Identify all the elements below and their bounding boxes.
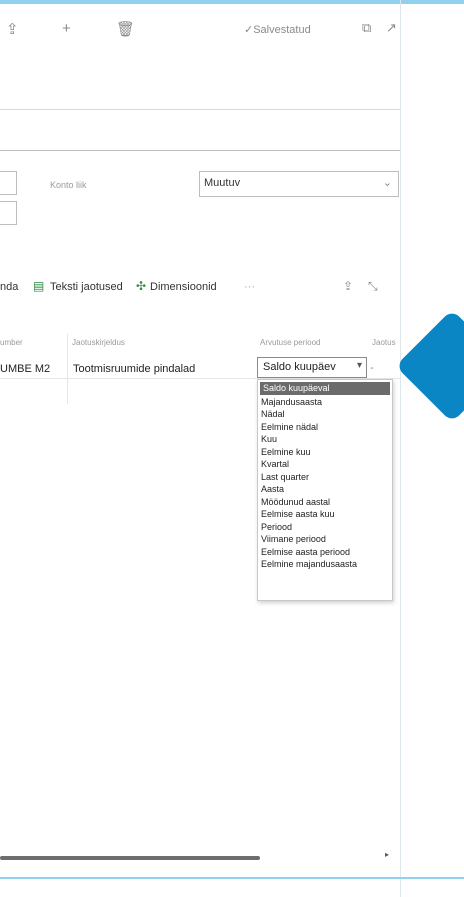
menu-item-period[interactable]: Periood [258,521,392,534]
trash-icon[interactable]: 🗑 [116,20,135,38]
period-select-value: Saldo kuupäev [263,361,336,373]
menu-item-quarter[interactable]: Kvartal [258,458,392,471]
menu-item-month[interactable]: Kuu [258,433,392,446]
menu-item-last-year[interactable]: Möödunud aastal [258,496,392,509]
secondary-field[interactable] [0,201,17,225]
cell-number[interactable]: UMBE M2 [0,363,50,375]
expand-icon[interactable]: ↗ [386,20,397,36]
name-field[interactable] [0,171,17,195]
menu-item-last-year-period[interactable]: Eelmise aasta periood [258,546,392,559]
column-header-number[interactable]: umber [0,338,23,347]
share-icon[interactable]: ⇪ [6,20,19,38]
saved-status: ✓Salvestatud [244,24,311,36]
account-type-value: Muutuv [204,177,241,189]
text-shares-button[interactable]: Teksti jaotused [50,281,123,293]
column-separator [67,334,68,404]
column-header-share[interactable]: Jaotus [372,338,396,347]
dimensions-icon: ✣ [136,279,147,293]
account-type-label: Konto liik [50,180,87,190]
chevron-down-icon: ⌄ [382,177,392,189]
action-partial[interactable]: nda [0,281,18,293]
collapse-icon[interactable]: ⤡ [368,279,378,294]
horizontal-scrollbar[interactable] [0,856,260,860]
menu-item-last-quarter[interactable]: Last quarter [258,471,392,484]
menu-item-last-fiscal-year[interactable]: Eelmine majandusaasta [258,558,392,571]
menu-item-balance-date[interactable]: Saldo kuupäeval [260,382,390,395]
menu-item-last-month[interactable]: Eelmine kuu [258,446,392,459]
menu-item-last-period[interactable]: Viimane periood [258,533,392,546]
bottom-accent-line [0,877,464,879]
cell-description[interactable]: Tootmisruumide pindalad [73,363,195,375]
period-select[interactable]: Saldo kuupäev ▾ [257,357,367,378]
menu-item-last-week[interactable]: Eelmine nädal [258,421,392,434]
popout-icon[interactable]: ⧉ [362,20,371,36]
text-shares-icon: ▤ [33,279,45,293]
top-accent-line [0,0,464,4]
header-divider [0,109,400,110]
menu-item-year[interactable]: Aasta [258,483,392,496]
page-right-border [400,0,401,897]
menu-item-week[interactable]: Nädal [258,408,392,421]
period-dropdown-menu: Saldo kuupäeval Majandusaasta Nädal Eelm… [257,379,393,601]
section-divider [0,150,400,151]
chevron-down-icon: ▾ [356,360,362,371]
share-lines-icon[interactable]: ⇪ [343,279,353,293]
plus-icon[interactable]: + [62,20,71,37]
column-header-period[interactable]: Arvutuse periood [260,338,320,347]
menu-item-last-year-month[interactable]: Eelmise aasta kuu [258,508,392,521]
cell-share[interactable]: - [370,362,374,374]
menu-item-fiscal-year[interactable]: Majandusaasta [258,396,392,409]
side-panel-tab[interactable] [395,309,464,423]
scroll-right-arrow-icon[interactable]: ▸ [385,850,389,859]
column-header-description[interactable]: Jaotuskirjeldus [72,338,125,347]
more-actions-button[interactable]: ··· [244,281,255,293]
dimensions-button[interactable]: Dimensioonid [150,281,217,293]
account-type-select[interactable]: Muutuv ⌄ [199,171,399,197]
